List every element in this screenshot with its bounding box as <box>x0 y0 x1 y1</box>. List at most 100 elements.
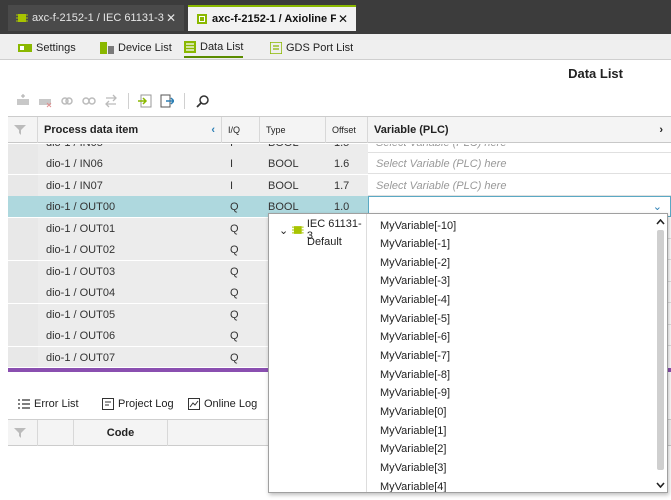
tab-label: Data List <box>200 41 244 53</box>
tab-label: Device List <box>118 42 172 54</box>
filter-column[interactable] <box>8 420 38 446</box>
link-icon[interactable] <box>60 94 74 108</box>
tab-label: Project Log <box>118 398 174 410</box>
cell-iq: I <box>222 153 260 174</box>
filter-column[interactable] <box>8 117 38 143</box>
chevron-right-icon[interactable]: › <box>659 124 663 136</box>
editor-tab-label: axc-f-2152-1 / Axioline F <box>212 13 336 25</box>
scroll-up-icon[interactable] <box>655 216 666 228</box>
list-item[interactable]: MyVariable[-3] <box>380 272 450 290</box>
column-severity[interactable] <box>38 420 74 446</box>
cell-variable[interactable]: Select Variable (PLC) here <box>368 144 671 153</box>
column-process-data-item[interactable]: Process data item ‹ <box>38 117 222 143</box>
row-gutter <box>8 261 38 282</box>
table-row[interactable]: dio-1 / IN05 I BOOL 1.5 Select Variable … <box>8 144 671 153</box>
list-item[interactable]: MyVariable[-7] <box>380 347 450 365</box>
tab-device-list[interactable]: Device List <box>100 38 172 58</box>
list-item[interactable]: MyVariable[-5] <box>380 310 450 328</box>
column-iq[interactable]: I/Q <box>222 117 260 143</box>
list-item[interactable]: MyVariable[-4] <box>380 291 450 309</box>
tab-data-list[interactable]: Data List <box>184 38 244 58</box>
unlink-icon[interactable] <box>82 94 96 108</box>
row-gutter <box>8 153 38 174</box>
data-list-icon <box>184 41 196 53</box>
tree-node-default[interactable]: Default <box>307 236 342 248</box>
close-icon[interactable]: ✕ <box>164 11 178 25</box>
chevron-left-icon[interactable]: ‹ <box>211 124 215 136</box>
swap-icon[interactable] <box>104 94 118 108</box>
list-item[interactable]: MyVariable[-8] <box>380 366 450 384</box>
cell-iq: Q <box>222 282 260 303</box>
import-icon[interactable] <box>138 94 152 108</box>
list-item[interactable]: MyVariable[2] <box>380 440 446 458</box>
list-item[interactable]: MyVariable[-9] <box>380 384 450 402</box>
editor-tab-axioline[interactable]: axc-f-2152-1 / Axioline F ✕ <box>188 5 356 31</box>
cell-item: dio-1 / OUT07 <box>38 347 222 367</box>
column-offset[interactable]: Offset <box>326 117 368 143</box>
cell-iq: I <box>222 175 260 196</box>
column-type[interactable]: Type <box>260 117 326 143</box>
tab-error-list[interactable]: Error List <box>18 398 79 410</box>
row-gutter <box>8 218 38 239</box>
tab-online-log[interactable]: Online Log <box>188 398 257 410</box>
remove-variable-icon[interactable] <box>38 94 52 108</box>
title-bar: Data List <box>8 60 671 88</box>
row-gutter <box>8 175 38 196</box>
export-icon[interactable] <box>160 94 174 108</box>
cell-iq: I <box>222 144 260 153</box>
cell-variable[interactable]: Select Variable (PLC) here <box>368 153 671 174</box>
list-item[interactable]: MyVariable[-10] <box>380 217 456 235</box>
chevron-down-icon[interactable]: ⌄ <box>653 200 662 213</box>
list-icon <box>18 399 30 409</box>
editor-tab-iec[interactable]: axc-f-2152-1 / IEC 61131-3 ✕ <box>8 5 184 31</box>
cell-offset: 1.7 <box>326 175 368 196</box>
tab-project-log[interactable]: Project Log <box>102 398 174 410</box>
list-item[interactable]: MyVariable[-2] <box>380 254 450 272</box>
search-icon[interactable] <box>196 94 210 108</box>
row-gutter <box>8 239 38 260</box>
add-variable-icon[interactable] <box>16 94 30 108</box>
cell-iq: Q <box>222 261 260 282</box>
editor-tab-label: axc-f-2152-1 / IEC 61131-3 <box>32 12 164 24</box>
list-item[interactable]: MyVariable[3] <box>380 459 446 477</box>
toolbar <box>8 88 671 114</box>
column-variable-plc[interactable]: Variable (PLC) › <box>368 117 671 143</box>
list-item[interactable]: MyVariable[1] <box>380 422 446 440</box>
close-icon[interactable]: ✕ <box>336 12 350 26</box>
cell-item: dio-1 / IN07 <box>38 175 222 196</box>
cell-iq: Q <box>222 196 260 217</box>
cell-type: BOOL <box>260 153 326 174</box>
list-item[interactable]: MyVariable[-6] <box>380 328 450 346</box>
dropdown-scrollbar[interactable] <box>655 214 666 492</box>
cell-item: dio-1 / OUT00 <box>38 196 222 217</box>
column-code[interactable]: Code <box>74 420 168 446</box>
scroll-thumb[interactable] <box>657 230 664 470</box>
cell-iq: Q <box>222 347 260 367</box>
cell-item: dio-1 / OUT01 <box>38 218 222 239</box>
cell-item: dio-1 / OUT06 <box>38 325 222 346</box>
cell-offset: 1.5 <box>326 144 368 153</box>
chevron-down-icon[interactable]: ⌄ <box>279 224 288 237</box>
tab-gds-port-list[interactable]: GDS Port List <box>270 38 353 58</box>
variable-dropdown: ⌄ IEC 61131-3 Default MyVariable[-10] My… <box>268 213 668 493</box>
filter-icon[interactable] <box>14 125 26 135</box>
list-item[interactable]: MyVariable[4] <box>380 478 446 492</box>
row-gutter <box>8 347 38 367</box>
toolbar-separator <box>128 93 129 109</box>
cell-item: dio-1 / OUT02 <box>38 239 222 260</box>
online-log-icon <box>188 398 200 410</box>
list-item[interactable]: MyVariable[-1] <box>380 235 450 253</box>
tab-label: Settings <box>36 42 76 54</box>
filter-icon[interactable] <box>14 428 26 438</box>
cell-iq: Q <box>222 304 260 325</box>
table-row[interactable]: dio-1 / IN07 I BOOL 1.7 Select Variable … <box>8 175 671 196</box>
cell-variable[interactable]: Select Variable (PLC) here <box>368 175 671 196</box>
table-row[interactable]: dio-1 / IN06 I BOOL 1.6 Select Variable … <box>8 153 671 174</box>
list-item[interactable]: MyVariable[0] <box>380 403 446 421</box>
tab-settings[interactable]: Settings <box>18 38 76 58</box>
project-log-icon <box>102 398 114 410</box>
chip-icon <box>292 226 304 234</box>
device-list-icon <box>100 42 114 54</box>
column-label: Process data item <box>44 124 139 136</box>
scroll-down-icon[interactable] <box>655 479 666 491</box>
